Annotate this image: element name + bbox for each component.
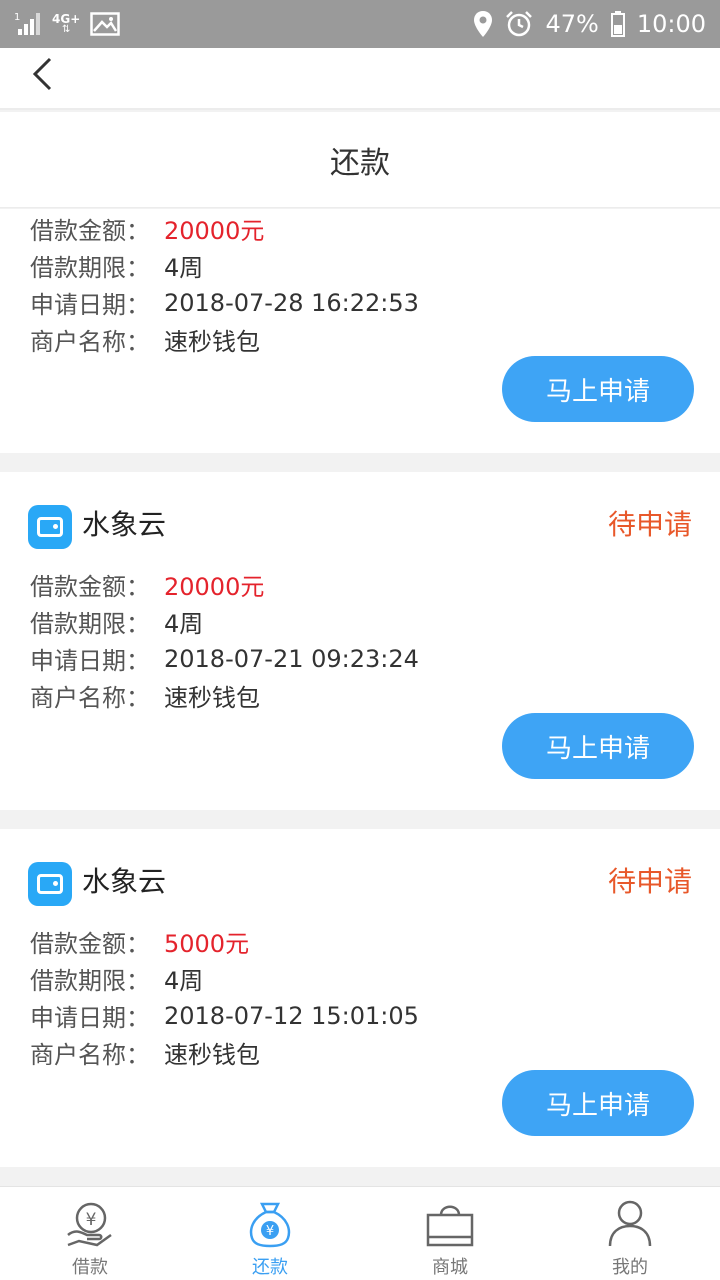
amount-value: 20000元 [164,573,265,601]
loan-card: 水象云 待申请 借款金额： 5000元 借款期限： 4周 申请日期： 2018-… [0,829,720,1167]
repayment-list[interactable]: 借款金额： 20000元 借款期限： 4周 申请日期： 2018-07-28 1… [0,209,720,1185]
term-row: 借款期限： 4周 [30,603,450,640]
merchant-row: 商户名称： 速秒钱包 [30,321,450,358]
term-row: 借款期限： 4周 [30,960,450,997]
date-value: 2018-07-21 09:23:24 [164,644,419,673]
term-label: 借款期限： [30,967,150,995]
merchant-value: 速秒钱包 [164,1041,260,1069]
app-name: 水象云 [82,508,167,541]
gallery-icon [90,12,121,36]
merchant-row: 商户名称： 速秒钱包 [30,677,450,714]
merchant-value: 速秒钱包 [164,328,260,356]
amount-value: 20000元 [164,217,265,245]
battery-percent: 47% [545,10,599,38]
card-header: 水象云 待申请 [28,859,692,906]
apply-now-button[interactable]: 马上申请 [502,356,694,422]
date-value: 2018-07-12 15:01:05 [164,1001,419,1030]
app-name: 水象云 [82,865,167,898]
signal-icon: 1 [14,12,40,35]
amount-label: 借款金额： [30,930,150,958]
svg-text:1: 1 [14,12,20,23]
money-bag-icon: ¥ [249,1202,291,1248]
bottom-tab-bar: ¥ 借款 ¥ 还款 商城 我的 [0,1186,720,1280]
network-indicator: 4G+ ⇅ [52,12,81,35]
term-value: 4周 [164,610,204,638]
tab-mall[interactable]: 商城 [360,1187,540,1280]
chevron-left-icon [32,57,52,91]
term-value: 4周 [164,254,204,282]
tab-loan[interactable]: ¥ 借款 [0,1187,180,1280]
alarm-icon [506,11,533,37]
term-label: 借款期限： [30,610,150,638]
merchant-label: 商户名称： [30,328,150,356]
amount-row: 借款金额： 5000元 [30,923,450,960]
status-badge: 待申请 [607,865,692,898]
loan-card: 水象云 待申请 借款金额： 20000元 借款期限： 4周 申请日期： 2018… [0,472,720,810]
date-row: 申请日期： 2018-07-21 09:23:24 [30,640,450,677]
location-icon [474,11,493,37]
tab-label: 还款 [252,1257,288,1278]
tab-repay[interactable]: ¥ 还款 [180,1187,360,1280]
wallet-icon [28,862,72,906]
title-bar: 还款 [0,112,720,208]
amount-value: 5000元 [164,930,250,958]
user-icon [608,1200,652,1247]
clock: 10:00 [636,10,706,38]
date-label: 申请日期： [30,1004,150,1032]
svg-text:¥: ¥ [86,1210,97,1230]
loan-hand-icon: ¥ [67,1202,112,1247]
tab-label: 我的 [612,1257,648,1278]
back-button[interactable] [20,52,64,96]
status-bar: 1 4G+ ⇅ 47% 10:00 [0,0,720,48]
date-value: 2018-07-28 16:22:53 [164,288,419,317]
apply-now-button[interactable]: 马上申请 [502,1070,694,1136]
date-row: 申请日期： 2018-07-12 15:01:05 [30,997,450,1034]
date-label: 申请日期： [30,647,150,675]
amount-row: 借款金额： 20000元 [30,210,450,247]
status-badge: 待申请 [607,508,692,541]
loan-card: 借款金额： 20000元 借款期限： 4周 申请日期： 2018-07-28 1… [0,209,720,453]
merchant-value: 速秒钱包 [164,684,260,712]
merchant-label: 商户名称： [30,684,150,712]
loan-details: 借款金额： 5000元 借款期限： 4周 申请日期： 2018-07-12 15… [30,923,450,1071]
merchant-label: 商户名称： [30,1041,150,1069]
amount-label: 借款金额： [30,573,150,601]
battery-icon [610,11,625,37]
term-row: 借款期限： 4周 [30,247,450,284]
loan-details: 借款金额： 20000元 借款期限： 4周 申请日期： 2018-07-21 0… [30,566,450,714]
shopping-bag-icon [426,1205,474,1247]
merchant-row: 商户名称： 速秒钱包 [30,1034,450,1071]
date-label: 申请日期： [30,291,150,319]
svg-text:¥: ¥ [266,1224,274,1239]
app-bar [0,48,720,110]
page-title: 还款 [330,145,390,181]
term-value: 4周 [164,967,204,995]
amount-row: 借款金额： 20000元 [30,566,450,603]
card-header: 水象云 待申请 [28,502,692,549]
apply-now-button[interactable]: 马上申请 [502,713,694,779]
tab-label: 借款 [72,1257,108,1278]
tab-label: 商城 [432,1257,468,1278]
loan-details: 借款金额： 20000元 借款期限： 4周 申请日期： 2018-07-28 1… [30,210,450,358]
tab-me[interactable]: 我的 [540,1187,720,1280]
amount-label: 借款金额： [30,217,150,245]
wallet-icon [28,505,72,549]
date-row: 申请日期： 2018-07-28 16:22:53 [30,284,450,321]
term-label: 借款期限： [30,254,150,282]
